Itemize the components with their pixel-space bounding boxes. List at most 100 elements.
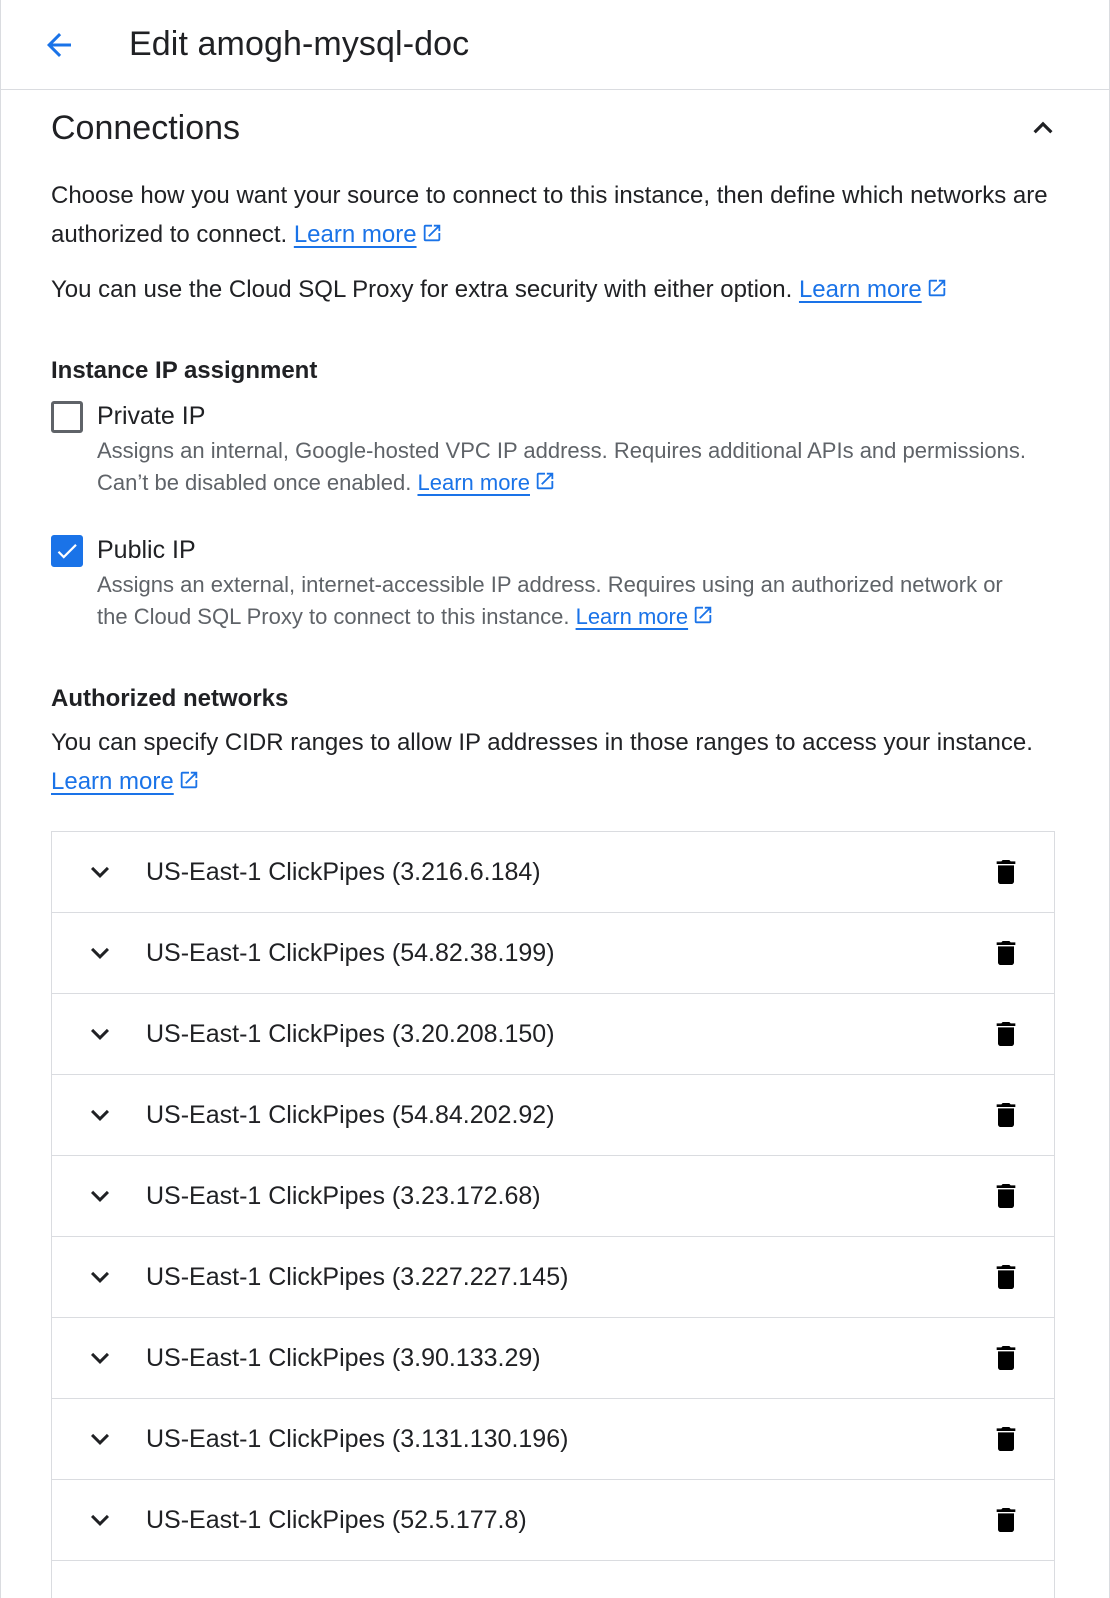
private-ip-option: Private IP Assigns an internal, Google-h… bbox=[51, 399, 1059, 499]
trash-icon bbox=[996, 1508, 1016, 1532]
network-row: US-East-1 ClickPipes (3.23.172.68) bbox=[52, 1156, 1054, 1237]
chevron-down-icon bbox=[91, 1352, 109, 1364]
open-in-new-icon bbox=[180, 771, 197, 789]
network-label: US-East-1 ClickPipes (3.23.172.68) bbox=[146, 1181, 541, 1210]
trash-icon bbox=[996, 1265, 1016, 1289]
learn-more-link[interactable]: Learn more bbox=[576, 604, 715, 629]
public-ip-description: Assigns an external, internet-accessible… bbox=[97, 569, 1037, 633]
chevron-down-icon bbox=[91, 1271, 109, 1283]
delete-network-button[interactable] bbox=[986, 1176, 1026, 1216]
learn-more-label: Learn more bbox=[51, 768, 174, 795]
learn-more-label: Learn more bbox=[293, 221, 417, 248]
network-label: US-East-1 ClickPipes (54.84.202.92) bbox=[146, 1100, 555, 1129]
private-ip-label: Private IP bbox=[97, 402, 206, 430]
delete-network-button[interactable] bbox=[986, 1014, 1026, 1054]
network-row: US-East-1 ClickPipes (3.131.130.196) bbox=[52, 1399, 1054, 1480]
expand-network-button[interactable] bbox=[80, 1500, 120, 1540]
network-label: US-East-1 ClickPipes (3.20.208.150) bbox=[146, 1019, 555, 1048]
network-label: US-East-1 ClickPipes (54.82.38.199) bbox=[146, 938, 555, 967]
chevron-down-icon bbox=[91, 947, 109, 959]
delete-network-button[interactable] bbox=[986, 1095, 1026, 1135]
page-title: Edit amogh-mysql-doc bbox=[129, 25, 470, 63]
expand-network-button[interactable] bbox=[80, 1419, 120, 1459]
chevron-down-icon bbox=[91, 1190, 109, 1202]
public-ip-body: Public IP Assigns an external, internet-… bbox=[97, 533, 1037, 633]
learn-more-label: Learn more bbox=[798, 276, 922, 303]
delete-network-button[interactable] bbox=[986, 852, 1026, 892]
learn-more-link[interactable]: Learn more bbox=[417, 470, 556, 495]
check-icon bbox=[57, 544, 77, 559]
trash-icon bbox=[996, 1346, 1016, 1370]
chevron-down-icon bbox=[91, 1433, 109, 1445]
learn-more-label: Learn more bbox=[575, 604, 689, 629]
proxy-text: You can use the Cloud SQL Proxy for extr… bbox=[51, 276, 793, 303]
ip-assignment-heading: Instance IP assignment bbox=[51, 357, 318, 384]
chevron-down-icon bbox=[91, 1028, 109, 1040]
expand-network-button[interactable] bbox=[80, 1338, 120, 1378]
delete-network-button[interactable] bbox=[986, 1338, 1026, 1378]
learn-more-label: Learn more bbox=[417, 470, 530, 495]
authorized-networks-heading: Authorized networks bbox=[51, 685, 289, 712]
delete-network-button[interactable] bbox=[986, 1500, 1026, 1540]
network-row: US-East-1 ClickPipes (3.90.133.29) bbox=[52, 1318, 1054, 1399]
chevron-down-icon bbox=[91, 1514, 109, 1526]
trash-icon bbox=[996, 1103, 1016, 1127]
expand-network-button[interactable] bbox=[80, 1257, 120, 1297]
trash-icon bbox=[996, 1184, 1016, 1208]
network-row: US-East-1 ClickPipes (54.82.38.199) bbox=[52, 913, 1054, 994]
connections-section: Connections Choose how you want your sou… bbox=[1, 90, 1109, 1598]
open-in-new-icon bbox=[928, 279, 945, 297]
network-label: US-East-1 ClickPipes (3.216.6.184) bbox=[146, 857, 541, 886]
chevron-up-icon bbox=[1033, 121, 1053, 134]
network-row-partial bbox=[52, 1561, 1054, 1598]
network-row: US-East-1 ClickPipes (52.5.177.8) bbox=[52, 1480, 1054, 1561]
expand-network-button[interactable] bbox=[80, 933, 120, 973]
delete-network-button[interactable] bbox=[986, 933, 1026, 973]
private-ip-checkbox[interactable] bbox=[51, 401, 83, 433]
private-ip-description: Assigns an internal, Google-hosted VPC I… bbox=[97, 435, 1037, 499]
delete-network-button[interactable] bbox=[986, 1257, 1026, 1297]
section-title: Connections bbox=[51, 108, 241, 147]
open-in-new-icon bbox=[423, 224, 440, 242]
chevron-down-icon bbox=[91, 1109, 109, 1121]
learn-more-link[interactable]: Learn more bbox=[799, 276, 948, 303]
collapse-section-button[interactable] bbox=[1021, 106, 1065, 150]
network-label: US-East-1 ClickPipes (3.131.130.196) bbox=[146, 1424, 569, 1453]
edit-instance-page: Edit amogh-mysql-doc Connections Choose … bbox=[0, 0, 1110, 1598]
expand-network-button[interactable] bbox=[80, 1014, 120, 1054]
chevron-down-icon bbox=[91, 866, 109, 878]
intro-paragraph: Choose how you want your source to conne… bbox=[51, 176, 1059, 254]
open-in-new-icon bbox=[694, 606, 712, 624]
public-ip-description-text: Assigns an external, internet-accessible… bbox=[97, 572, 1003, 629]
section-header: Connections bbox=[51, 90, 1059, 164]
intro-text: Choose how you want your source to conne… bbox=[51, 182, 1048, 248]
private-ip-description-text: Assigns an internal, Google-hosted VPC I… bbox=[97, 438, 1026, 495]
trash-icon bbox=[996, 941, 1016, 965]
learn-more-link[interactable]: Learn more bbox=[294, 221, 443, 248]
authorized-networks-paragraph: You can specify CIDR ranges to allow IP … bbox=[51, 723, 1059, 801]
expand-network-button[interactable] bbox=[80, 1176, 120, 1216]
private-ip-body: Private IP Assigns an internal, Google-h… bbox=[97, 399, 1037, 499]
authorized-networks-description: You can specify CIDR ranges to allow IP … bbox=[51, 729, 1033, 756]
trash-icon bbox=[996, 860, 1016, 884]
trash-icon bbox=[996, 1427, 1016, 1451]
open-in-new-icon bbox=[536, 472, 554, 490]
network-row: US-East-1 ClickPipes (3.216.6.184) bbox=[52, 832, 1054, 913]
trash-icon bbox=[996, 1022, 1016, 1046]
expand-network-button[interactable] bbox=[80, 852, 120, 892]
public-ip-label: Public IP bbox=[97, 536, 196, 564]
proxy-paragraph: You can use the Cloud SQL Proxy for extr… bbox=[51, 270, 1059, 309]
expand-network-button[interactable] bbox=[80, 1095, 120, 1135]
arrow-back-icon bbox=[47, 32, 71, 57]
back-button[interactable] bbox=[31, 17, 87, 73]
network-row: US-East-1 ClickPipes (3.20.208.150) bbox=[52, 994, 1054, 1075]
network-label: US-East-1 ClickPipes (3.227.227.145) bbox=[146, 1262, 569, 1291]
learn-more-link[interactable]: Learn more bbox=[51, 768, 200, 795]
authorized-networks-list: US-East-1 ClickPipes (3.216.6.184) US-Ea… bbox=[51, 831, 1055, 1598]
public-ip-option: Public IP Assigns an external, internet-… bbox=[51, 533, 1059, 633]
delete-network-button[interactable] bbox=[986, 1419, 1026, 1459]
public-ip-checkbox[interactable] bbox=[51, 535, 83, 567]
network-row: US-East-1 ClickPipes (3.227.227.145) bbox=[52, 1237, 1054, 1318]
network-row: US-East-1 ClickPipes (54.84.202.92) bbox=[52, 1075, 1054, 1156]
top-app-bar: Edit amogh-mysql-doc bbox=[1, 0, 1109, 90]
